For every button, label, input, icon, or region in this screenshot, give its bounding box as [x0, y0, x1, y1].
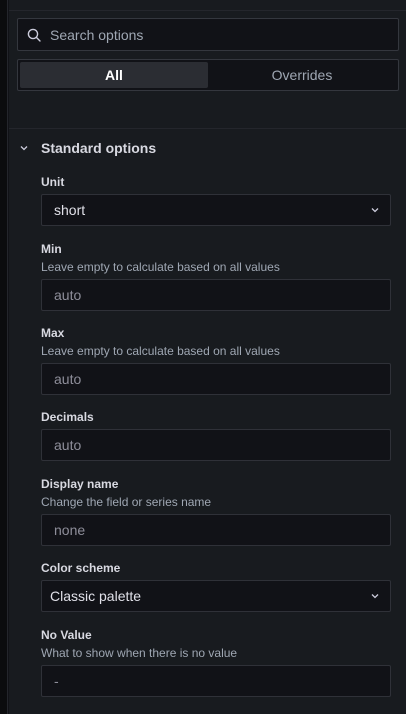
unit-value: short	[54, 202, 86, 218]
display-name-input-box[interactable]	[41, 514, 391, 546]
decimals-input-box[interactable]	[41, 429, 391, 461]
decimals-field: Decimals	[41, 409, 391, 461]
decimals-input[interactable]	[54, 437, 390, 453]
search-icon	[18, 28, 50, 42]
display-name-input[interactable]	[54, 522, 390, 538]
no-value-input-box[interactable]	[41, 665, 391, 697]
no-value-label: No Value	[41, 628, 92, 642]
min-input-box[interactable]	[41, 279, 391, 311]
color-scheme-field: Color scheme Classic palette	[41, 560, 391, 612]
min-field: Min Leave empty to calculate based on al…	[41, 241, 391, 311]
no-value-description: What to show when there is no value	[41, 646, 238, 660]
options-pane: All Overrides Standard options Unit shor…	[9, 0, 406, 714]
unit-label: Unit	[41, 175, 65, 189]
display-name-label: Display name	[41, 477, 119, 491]
color-scheme-select[interactable]: Classic palette	[41, 580, 391, 612]
left-edge-border	[0, 0, 8, 714]
display-name-description: Change the field or series name	[41, 495, 212, 509]
top-divider	[9, 10, 406, 11]
tab-overrides[interactable]: Overrides	[208, 62, 396, 88]
unit-field: Unit short	[41, 174, 391, 226]
no-value-field: No Value What to show when there is no v…	[41, 627, 391, 697]
standard-options-toggle[interactable]: Standard options	[19, 138, 156, 158]
min-input[interactable]	[54, 287, 390, 303]
chevron-down-icon	[370, 588, 380, 604]
options-tabs: All Overrides	[17, 59, 399, 91]
no-value-input[interactable]	[54, 673, 390, 689]
color-scheme-label: Color scheme	[41, 561, 121, 575]
max-field: Max Leave empty to calculate based on al…	[41, 325, 391, 395]
section-divider	[9, 128, 406, 129]
display-name-field: Display name Change the field or series …	[41, 476, 391, 546]
chevron-down-icon	[19, 143, 41, 153]
max-input[interactable]	[54, 371, 390, 387]
decimals-label: Decimals	[41, 410, 94, 424]
max-label: Max	[41, 326, 65, 340]
color-scheme-value: Classic palette	[50, 588, 142, 604]
search-options-box[interactable]	[17, 18, 399, 51]
max-input-box[interactable]	[41, 363, 391, 395]
tab-all[interactable]: All	[20, 62, 208, 88]
section-title: Standard options	[41, 140, 157, 156]
min-description: Leave empty to calculate based on all va…	[41, 260, 280, 274]
unit-select[interactable]: short	[41, 194, 391, 226]
max-description: Leave empty to calculate based on all va…	[41, 344, 280, 358]
search-options-input[interactable]	[50, 26, 398, 43]
chevron-down-icon	[370, 202, 380, 218]
min-label: Min	[41, 242, 62, 256]
